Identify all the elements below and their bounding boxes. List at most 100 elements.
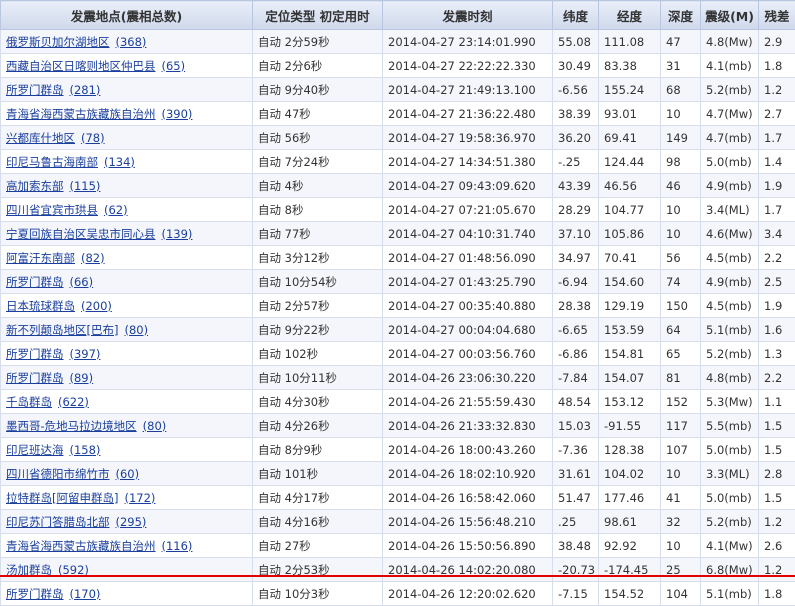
location-link[interactable]: 墨西哥-危地马拉边境地区 [6,419,137,433]
depth-cell: 41 [661,486,701,510]
depth-cell: 31 [661,54,701,78]
magnitude-cell: 5.1(mb) [701,582,759,606]
origin-time-cell: 2014-04-27 01:48:56.090 [383,246,553,270]
depth-cell: 10 [661,462,701,486]
locate-type-cell: 自动 47秒 [253,102,383,126]
phase-count-link[interactable]: (390) [162,107,193,121]
origin-time-cell: 2014-04-27 22:22:22.330 [383,54,553,78]
location-link[interactable]: 所罗门群岛 [6,587,64,601]
location-link[interactable]: 四川省宜宾市珙县 [6,203,98,217]
residual-cell: 1.7 [759,126,795,150]
residual-cell: 2.8 [759,462,795,486]
header-location[interactable]: 发震地点(震相总数) [1,1,253,30]
location-link[interactable]: 印尼马鲁古海南部 [6,155,98,169]
longitude-cell: 128.38 [599,438,661,462]
origin-time-cell: 2014-04-26 14:02:20.080 [383,558,553,582]
header-latitude[interactable]: 纬度 [553,1,599,30]
phase-count-link[interactable]: (62) [104,203,128,217]
residual-cell: 1.5 [759,486,795,510]
origin-time-cell: 2014-04-27 01:43:25.790 [383,270,553,294]
phase-count-link[interactable]: (80) [143,419,167,433]
phase-count-link[interactable]: (139) [162,227,193,241]
header-longitude[interactable]: 经度 [599,1,661,30]
residual-cell: 2.9 [759,30,795,54]
location-link[interactable]: 兴都库什地区 [6,131,75,145]
table-row: 所罗门群岛(281)自动 9分40秒2014-04-27 21:49:13.10… [1,78,795,102]
phase-count-link[interactable]: (115) [70,179,101,193]
phase-count-link[interactable]: (158) [70,443,101,457]
location-link[interactable]: 新不列颠岛地区[巴布] [6,323,118,337]
location-link[interactable]: 四川省德阳市绵竹市 [6,467,110,481]
longitude-cell: 69.41 [599,126,661,150]
locate-type-cell: 自动 10分3秒 [253,582,383,606]
phase-count-link[interactable]: (200) [81,299,112,313]
location-link[interactable]: 所罗门群岛 [6,275,64,289]
location-link[interactable]: 拉特群岛[阿留申群岛] [6,491,118,505]
latitude-cell: -6.65 [553,318,599,342]
phase-count-link[interactable]: (622) [58,395,89,409]
location-link[interactable]: 西藏自治区日喀则地区仲巴县 [6,59,156,73]
phase-count-link[interactable]: (60) [116,467,140,481]
phase-count-link[interactable]: (134) [104,155,135,169]
location-link[interactable]: 宁夏回族自治区吴忠市同心县 [6,227,156,241]
phase-count-link[interactable]: (295) [116,515,147,529]
depth-cell: 10 [661,222,701,246]
phase-count-link[interactable]: (170) [70,587,101,601]
depth-cell: 10 [661,102,701,126]
phase-count-link[interactable]: (66) [70,275,94,289]
phase-count-link[interactable]: (80) [124,323,148,337]
longitude-cell: 154.60 [599,270,661,294]
phase-count-link[interactable]: (368) [116,35,147,49]
origin-time-cell: 2014-04-27 09:43:09.620 [383,174,553,198]
phase-count-link[interactable]: (82) [81,251,105,265]
table-row: 青海省海西蒙古族藏族自治州(116)自动 27秒2014-04-26 15:50… [1,534,795,558]
header-magnitude[interactable]: 震级(M) [701,1,759,30]
location-link[interactable]: 日本琉球群岛 [6,299,75,313]
phase-count-link[interactable]: (397) [70,347,101,361]
phase-count-link[interactable]: (281) [70,83,101,97]
locate-type-cell: 自动 9分40秒 [253,78,383,102]
location-link[interactable]: 印尼班达海 [6,443,64,457]
header-locate-type[interactable]: 定位类型 初定用时 [253,1,383,30]
location-link[interactable]: 俄罗斯贝加尔湖地区 [6,35,110,49]
header-depth[interactable]: 深度 [661,1,701,30]
location-cell: 所罗门群岛 (66) [1,270,253,294]
location-link[interactable]: 高加索东部 [6,179,64,193]
phase-count-link[interactable]: (172) [124,491,155,505]
magnitude-cell: 4.5(mb) [701,294,759,318]
location-link[interactable]: 印尼苏门答腊岛北部 [6,515,110,529]
origin-time-cell: 2014-04-27 23:14:01.990 [383,30,553,54]
latitude-cell: 30.49 [553,54,599,78]
location-link[interactable]: 千岛群岛 [6,395,52,409]
phase-count-link[interactable]: (78) [81,131,105,145]
location-link[interactable]: 所罗门群岛 [6,347,64,361]
phase-count-link[interactable]: (116) [162,539,193,553]
magnitude-cell: 4.5(mb) [701,246,759,270]
longitude-cell: 153.12 [599,390,661,414]
depth-cell: 81 [661,366,701,390]
longitude-cell: 104.77 [599,198,661,222]
location-link[interactable]: 青海省海西蒙古族藏族自治州 [6,539,156,553]
depth-cell: 64 [661,318,701,342]
residual-cell: 2.2 [759,246,795,270]
location-cell: 印尼班达海 (158) [1,438,253,462]
depth-cell: 152 [661,390,701,414]
phase-count-link[interactable]: (89) [70,371,94,385]
highlight-line [0,575,795,577]
longitude-cell: 155.24 [599,78,661,102]
location-cell: 汤加群岛(592) [1,558,253,582]
locate-type-cell: 自动 4秒 [253,174,383,198]
residual-cell: 1.5 [759,414,795,438]
locate-type-cell: 自动 4分16秒 [253,510,383,534]
location-link[interactable]: 所罗门群岛 [6,83,64,97]
longitude-cell: -91.55 [599,414,661,438]
longitude-cell: 83.38 [599,54,661,78]
location-link[interactable]: 青海省海西蒙古族藏族自治州 [6,107,156,121]
header-residual[interactable]: 残差 [759,1,795,30]
location-link[interactable]: 所罗门群岛 [6,371,64,385]
header-origin-time[interactable]: 发震时刻 [383,1,553,30]
location-link[interactable]: 阿富汗东南部 [6,251,75,265]
phase-count-link[interactable]: (65) [162,59,186,73]
latitude-cell: -20.73 [553,558,599,582]
residual-cell: 1.2 [759,510,795,534]
